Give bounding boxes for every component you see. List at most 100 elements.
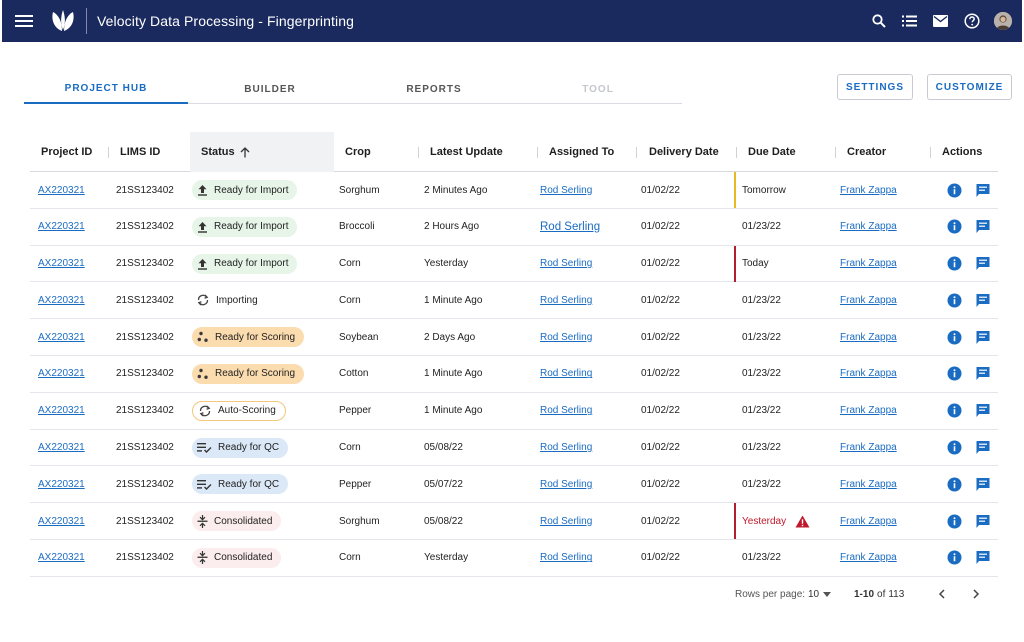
status-cell: Ready for QC <box>192 430 289 466</box>
assigned-to-link[interactable]: Rod Serling <box>540 430 592 466</box>
info-icon[interactable] <box>947 540 962 576</box>
info-icon[interactable] <box>947 246 962 282</box>
comment-icon[interactable] <box>975 393 991 429</box>
search-icon[interactable] <box>863 0 894 42</box>
column-header-lims-id[interactable]: LIMS ID <box>120 132 160 172</box>
creator-link[interactable]: Frank Zappa <box>840 430 897 466</box>
comment-icon[interactable] <box>975 172 991 208</box>
comment-icon[interactable] <box>975 246 991 282</box>
table-row[interactable]: AX220321 21SS123402 Ready for QC Pepper … <box>30 466 998 504</box>
table-row[interactable]: AX220321 21SS123402 Auto-Scoring Pepper … <box>30 393 998 430</box>
creator-link[interactable]: Frank Zappa <box>840 209 897 245</box>
table-row[interactable]: AX220321 21SS123402 Ready for Scoring Co… <box>30 356 998 393</box>
column-header-project-id[interactable]: Project ID <box>41 132 92 172</box>
assigned-to-link[interactable]: Rod Serling <box>540 319 592 355</box>
mail-icon[interactable] <box>925 0 956 42</box>
list-icon[interactable] <box>894 0 925 42</box>
merge-icon <box>197 551 208 565</box>
table-row[interactable]: AX220321 21SS123402 Ready for Import Cor… <box>30 245 998 283</box>
info-icon[interactable] <box>947 282 962 318</box>
assigned-to-link[interactable]: Rod Serling <box>540 356 592 392</box>
assigned-to-link[interactable]: Rod Serling <box>540 246 592 282</box>
project-id-link[interactable]: AX220321 <box>38 209 85 245</box>
creator-link[interactable]: Frank Zappa <box>840 246 897 282</box>
info-icon[interactable] <box>947 319 962 355</box>
table-row[interactable]: AX220321 21SS123402 Consolidated Corn Ye… <box>30 540 998 577</box>
info-icon[interactable] <box>947 172 962 208</box>
column-separator <box>736 147 737 158</box>
menu-icon[interactable] <box>4 0 44 42</box>
column-header-status-label: Status <box>201 146 235 158</box>
assigned-to-link[interactable]: Rod Serling <box>540 466 592 502</box>
comment-icon[interactable] <box>975 282 991 318</box>
project-id-link[interactable]: AX220321 <box>38 503 85 539</box>
table-row[interactable]: AX220321 21SS123402 Ready for Scoring So… <box>30 319 998 356</box>
info-icon[interactable] <box>947 356 962 392</box>
column-header-assigned-to[interactable]: Assigned To <box>549 132 614 172</box>
leaf-logo[interactable] <box>46 0 80 42</box>
lims-id: 21SS123402 <box>116 442 174 454</box>
tab-reports[interactable]: REPORTS <box>352 74 516 104</box>
creator-link[interactable]: Frank Zappa <box>840 503 897 539</box>
comment-icon[interactable] <box>975 503 991 539</box>
project-id-link[interactable]: AX220321 <box>38 282 85 318</box>
comment-icon[interactable] <box>975 540 991 576</box>
assigned-to-link[interactable]: Rod Serling <box>540 282 592 318</box>
help-icon[interactable] <box>956 0 987 42</box>
creator-link[interactable]: Frank Zappa <box>840 282 897 318</box>
creator-link[interactable]: Frank Zappa <box>840 356 897 392</box>
column-header-delivery-date[interactable]: Delivery Date <box>649 132 719 172</box>
column-header-crop[interactable]: Crop <box>345 132 371 172</box>
assigned-to-link[interactable]: Rod Serling <box>540 503 592 539</box>
project-id-link[interactable]: AX220321 <box>38 540 85 576</box>
rows-per-page-select[interactable]: 10 <box>808 585 832 603</box>
creator-link[interactable]: Frank Zappa <box>840 540 897 576</box>
project-id-link[interactable]: AX220321 <box>38 466 85 502</box>
column-header-latest-update[interactable]: Latest Update <box>430 132 503 172</box>
comment-icon[interactable] <box>975 466 991 502</box>
project-id-link[interactable]: AX220321 <box>38 319 85 355</box>
project-id-link[interactable]: AX220321 <box>38 246 85 282</box>
tab-builder[interactable]: BUILDER <box>188 74 352 104</box>
assigned-to-link[interactable]: Rod Serling <box>540 393 592 429</box>
arrow-up-icon <box>240 146 250 157</box>
table-row[interactable]: AX220321 21SS123402 Ready for Import Sor… <box>30 172 998 209</box>
settings-button[interactable]: SETTINGS <box>837 74 913 100</box>
column-header-creator[interactable]: Creator <box>847 132 886 172</box>
info-icon[interactable] <box>947 209 962 245</box>
creator-link[interactable]: Frank Zappa <box>840 319 897 355</box>
latest-update: Yesterday <box>424 258 469 270</box>
info-icon[interactable] <box>947 466 962 502</box>
project-id-link[interactable]: AX220321 <box>38 393 85 429</box>
chevron-left-icon[interactable] <box>938 585 946 603</box>
table-row[interactable]: AX220321 21SS123402 Importing Corn 1 Min… <box>30 282 998 320</box>
comment-icon[interactable] <box>975 209 991 245</box>
comment-icon[interactable] <box>975 356 991 392</box>
project-id-link[interactable]: AX220321 <box>38 172 85 208</box>
info-icon[interactable] <box>947 430 962 466</box>
chevron-right-icon[interactable] <box>972 585 980 603</box>
table-row[interactable]: AX220321 21SS123402 Ready for QC Corn 05… <box>30 430 998 467</box>
tab-bar: PROJECT HUB BUILDER REPORTS TOOL <box>24 74 682 104</box>
creator-link[interactable]: Frank Zappa <box>840 393 897 429</box>
project-id-link[interactable]: AX220321 <box>38 430 85 466</box>
assigned-to-link[interactable]: Rod Serling <box>540 172 592 208</box>
crop: Sorghum <box>339 184 380 196</box>
tab-project-hub[interactable]: PROJECT HUB <box>24 74 188 104</box>
comment-icon[interactable] <box>975 430 991 466</box>
creator-link[interactable]: Frank Zappa <box>840 172 897 208</box>
status-cell: Ready for QC <box>192 466 289 502</box>
comment-icon[interactable] <box>975 319 991 355</box>
info-icon[interactable] <box>947 393 962 429</box>
creator-link[interactable]: Frank Zappa <box>840 466 897 502</box>
avatar[interactable] <box>987 0 1018 42</box>
assigned-to-link[interactable]: Rod Serling <box>540 209 600 245</box>
table-row[interactable]: AX220321 21SS123402 Consolidated Sorghum… <box>30 503 998 540</box>
assigned-to-link[interactable]: Rod Serling <box>540 540 592 576</box>
column-header-due-date[interactable]: Due Date <box>748 132 796 172</box>
table-row[interactable]: AX220321 21SS123402 Ready for Import Bro… <box>30 209 998 246</box>
info-icon[interactable] <box>947 503 962 539</box>
column-header-status[interactable]: Status <box>190 132 334 172</box>
project-id-link[interactable]: AX220321 <box>38 356 85 392</box>
customize-button[interactable]: CUSTOMIZE <box>927 74 1012 100</box>
